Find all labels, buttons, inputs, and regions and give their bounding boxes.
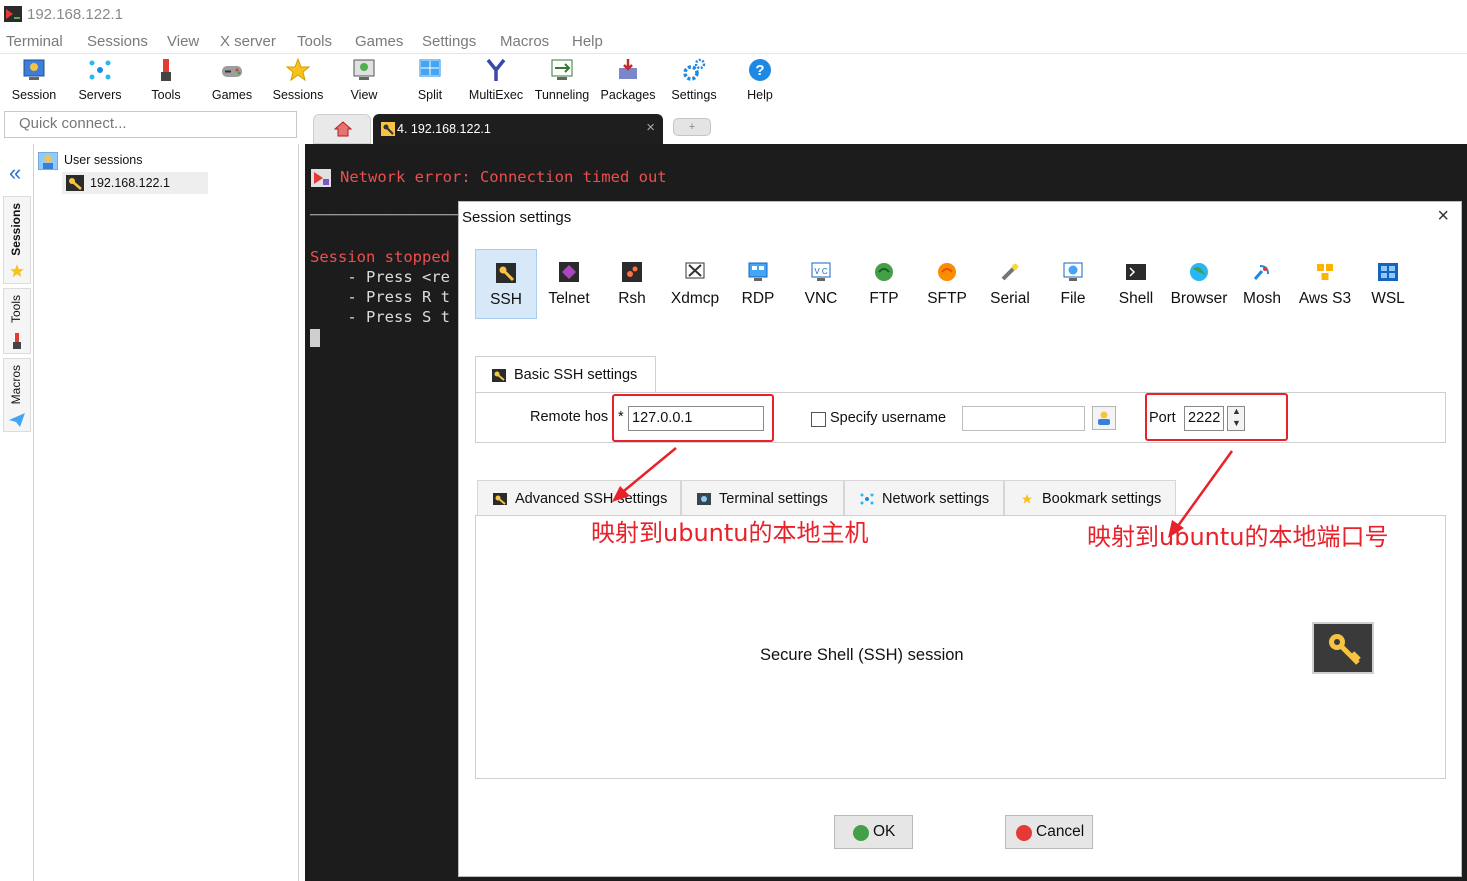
annotation-arrows — [612, 447, 1234, 538]
host-arrow-line — [618, 447, 677, 496]
annotation-port-note: 映射到ubuntu的本地端口号 — [1087, 523, 1389, 551]
annotation-host-note: 映射到ubuntu的本地主机 — [591, 519, 869, 547]
